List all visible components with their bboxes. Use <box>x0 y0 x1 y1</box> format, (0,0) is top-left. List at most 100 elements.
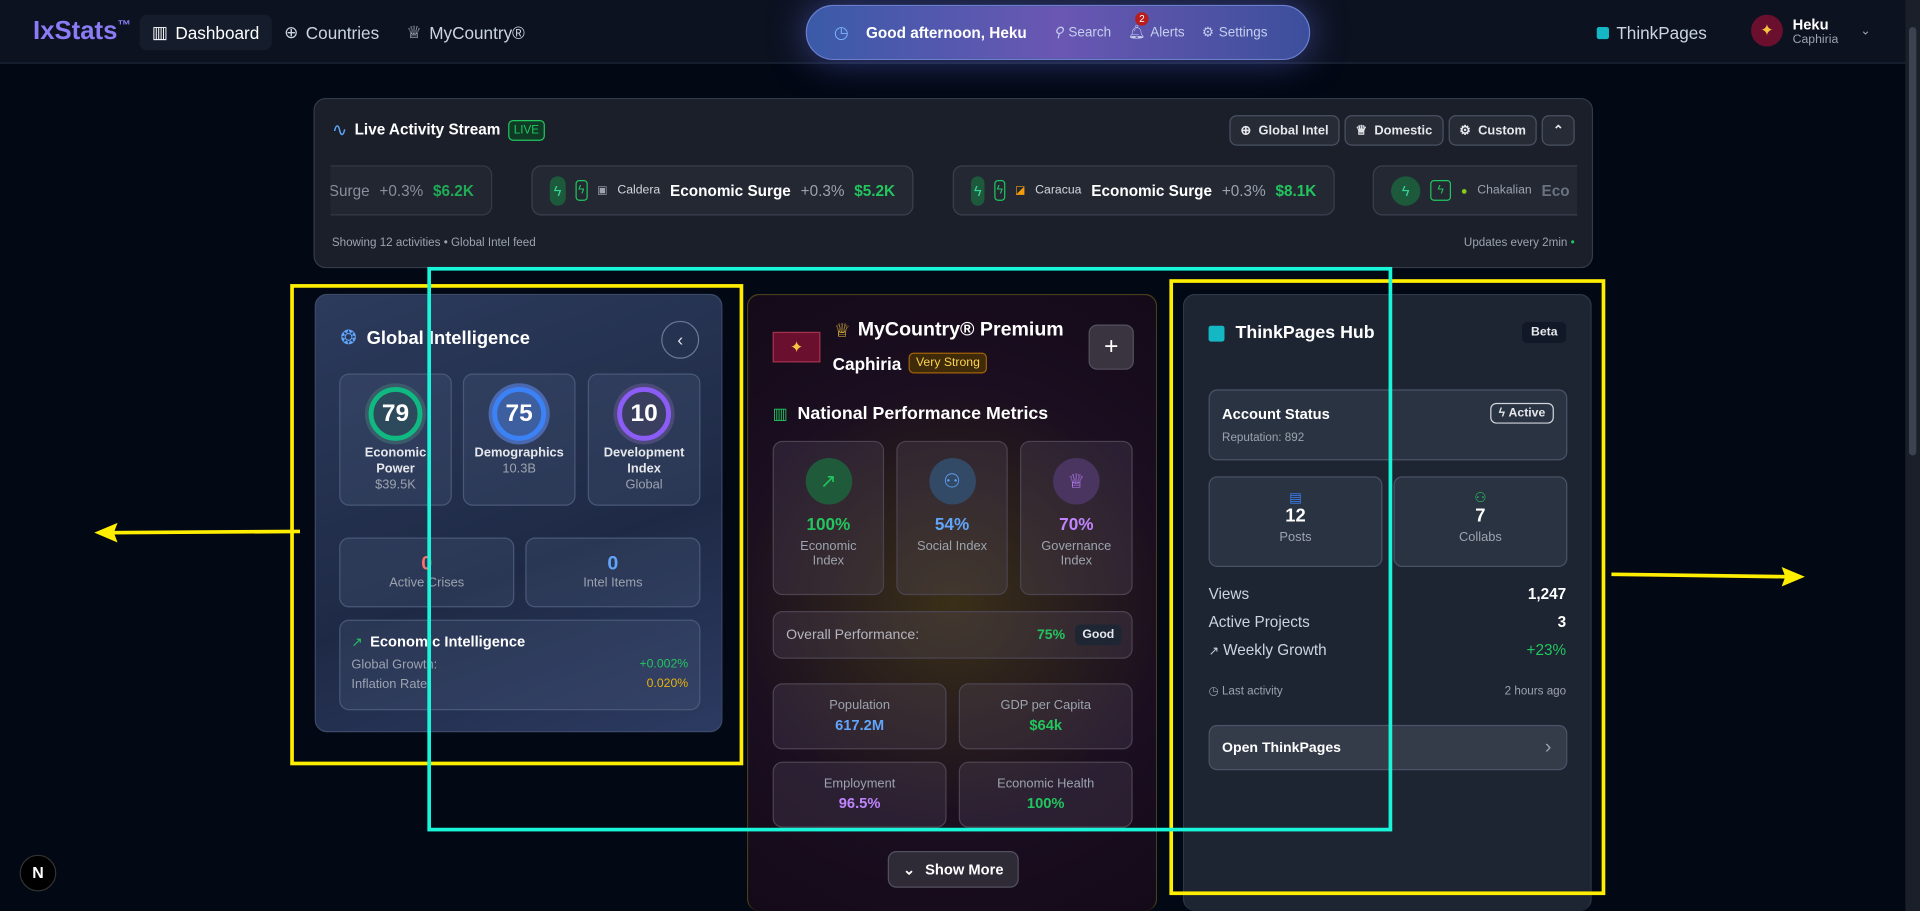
chevron-left-icon: ‹ <box>677 329 684 349</box>
active-crises-tile[interactable]: 0 Active Crises <box>339 537 515 608</box>
alerts-button[interactable]: 🔔︎ 2 Alerts <box>1128 12 1185 40</box>
nav-mycountry[interactable]: ♕ MyCountry® <box>394 15 537 51</box>
score-sub: Global <box>625 477 663 493</box>
card-title: Global Intelligence <box>366 327 530 349</box>
dashboard-page: IxStats™ ▥ Dashboard ⊕ Countries ♕ MyCountr… <box>0 0 1920 911</box>
stat-label: Population <box>829 697 890 713</box>
row-label: Last activity <box>1221 684 1283 698</box>
views-row: Views 1,247 <box>1209 585 1567 602</box>
row-value: +23% <box>1526 641 1567 659</box>
social-index-tile[interactable]: ⚇ 54% Social Index <box>896 440 1008 596</box>
posts-label: Posts <box>1279 530 1312 545</box>
user-menu[interactable]: ✦ Heku Caphiria ⌄ <box>1751 14 1871 47</box>
flag-icon: ◪ <box>1014 183 1026 196</box>
ticker-value: $8.1K <box>1275 181 1317 199</box>
collabs-label: Collabs <box>1458 530 1502 545</box>
bolt-icon: ϟ <box>971 175 985 206</box>
panel-title: Economic Intelligence <box>370 633 526 651</box>
intel-items-tile[interactable]: 0 Intel Items <box>525 537 701 608</box>
posts-count: 12 <box>1285 505 1306 527</box>
posts-stat[interactable]: ▤ 12 Posts <box>1208 476 1383 567</box>
nextjs-badge[interactable]: N <box>19 854 57 892</box>
bolt-icon: ϟ <box>994 180 1006 201</box>
collapse-left-button[interactable]: ‹ <box>661 320 700 359</box>
index-value: 54% <box>934 514 970 534</box>
row-label: Weekly Growth <box>1223 641 1327 659</box>
thinkpages-icon <box>1596 26 1609 39</box>
reputation: Reputation: 892 <box>1222 431 1305 445</box>
ticker-item[interactable]: Surge +0.3% $6.2K <box>330 165 493 216</box>
bolt-icon: ϟ <box>575 180 588 201</box>
ticker-item[interactable]: ϟ ϟ ▣ Caldera Economic Surge +0.3% $5.2K <box>531 165 914 216</box>
open-thinkpages-button[interactable]: Open ThinkPages › <box>1208 724 1568 771</box>
filter-label: Custom <box>1478 123 1526 138</box>
users-icon: ⚇ <box>1474 491 1487 506</box>
settings-button[interactable]: ⚙ Settings <box>1202 24 1268 40</box>
projects-row: Active Projects 3 <box>1209 613 1567 630</box>
score-tile[interactable]: 10 Development Index Global <box>587 373 701 506</box>
index-label: Social Index <box>917 538 988 554</box>
show-more-button[interactable]: ⌄ Show More <box>887 851 1019 888</box>
ticker-value: $6.2K <box>433 181 474 199</box>
filter-domestic[interactable]: ♕ Domestic <box>1344 115 1444 146</box>
stat-value: 96.5% <box>838 794 881 812</box>
command-pill[interactable]: ◷ Good afternoon, Heku ⚲ Search 🔔︎ 2 Alerts… <box>805 4 1311 61</box>
ticker-country: Caracua <box>1035 183 1082 198</box>
ticker-event: Economic Surge <box>670 181 791 199</box>
intel-label: Intel Items <box>583 575 643 591</box>
brain-icon: ❂ <box>340 328 357 349</box>
row-value: 2 hours ago <box>1504 684 1567 698</box>
active-badge: ϟ Active <box>1490 402 1554 424</box>
ticker-item[interactable]: ϟ ϟ ◪ Caracua Economic Surge +0.3% $8.1K <box>952 165 1335 216</box>
clock-icon: ◷ <box>1208 684 1219 698</box>
stat-tile: GDP per Capita $64k <box>958 683 1133 750</box>
last-activity-row: ◷ Last activity 2 hours ago <box>1209 684 1567 697</box>
nav-label: MyCountry® <box>429 22 525 43</box>
filter-global-intel[interactable]: ⊕ Global Intel <box>1229 115 1340 146</box>
add-button[interactable]: + <box>1088 324 1134 370</box>
beta-badge: Beta <box>1522 322 1567 343</box>
user-name: Heku <box>1792 15 1829 33</box>
ticker-item[interactable]: ϟ ϟ ● Chakalian Eco <box>1372 165 1578 216</box>
search-button[interactable]: ⚲ Search <box>1054 24 1111 40</box>
score-tile[interactable]: 75 Demographics 10.3B <box>462 373 576 506</box>
active-label: Active <box>1508 406 1546 421</box>
collabs-stat[interactable]: ⚇ 7 Collabs <box>1393 476 1568 567</box>
flag-icon: ▣ <box>597 183 608 196</box>
stat-label: GDP per Capita <box>1000 697 1091 713</box>
trending-up-icon: ↗ <box>1208 645 1219 659</box>
settings-label: Settings <box>1218 25 1268 40</box>
logo[interactable]: IxStats™ <box>33 17 131 46</box>
filter-label: Global Intel <box>1258 123 1329 138</box>
open-label: Open ThinkPages <box>1222 740 1341 755</box>
ticker-track: Surge +0.3% $6.2K ϟ ϟ ▣ Caldera Economic Surge… <box>330 165 1578 216</box>
governance-index-tile[interactable]: ♕ 70% Governance Index <box>1020 440 1133 596</box>
greeting: Good afternoon, Heku <box>865 23 1027 42</box>
score-tile[interactable]: 79 Economic Power $39.5K <box>339 373 452 506</box>
trending-up-icon: ↗ <box>351 634 363 650</box>
scrollbar[interactable] <box>1905 0 1920 911</box>
row-value: 3 <box>1557 613 1567 631</box>
crown-icon: ♕ <box>1355 123 1368 138</box>
thinkpages-hub-card: ThinkPages Hub Beta Account Status Reput… <box>1182 293 1592 911</box>
stat-value: $64k <box>1029 716 1063 734</box>
overall-badge: Good <box>1074 624 1122 646</box>
alerts-badge: 2 <box>1135 12 1149 26</box>
live-badge: LIVE <box>507 119 546 141</box>
row-value: 1,247 <box>1527 585 1567 603</box>
globe-icon: ⊕ <box>284 22 299 42</box>
nav-countries[interactable]: ⊕ Countries <box>272 15 392 51</box>
inflation-value: 0.020% <box>646 677 689 691</box>
nav-dashboard[interactable]: ▥ Dashboard <box>139 14 272 51</box>
collapse-button[interactable]: ⌃ <box>1541 115 1575 146</box>
nav-thinkpages[interactable]: ThinkPages <box>1584 15 1719 51</box>
chevron-up-icon: ⌃ <box>1552 123 1564 138</box>
economic-index-tile[interactable]: ↗ 100% Economic Index <box>772 440 885 596</box>
crown-icon: ♕ <box>1053 457 1100 505</box>
filter-custom[interactable]: ⚙ Custom <box>1448 115 1537 146</box>
users-icon: ⚇ <box>928 457 976 505</box>
stat-label: Economic Health <box>997 776 1095 792</box>
strength-badge: Very Strong <box>908 352 988 374</box>
account-status: Account Status Reputation: 892 ϟ Active <box>1208 389 1568 461</box>
economic-intelligence-panel: ↗ Economic Intelligence Global Growth: +0.… <box>339 619 701 711</box>
